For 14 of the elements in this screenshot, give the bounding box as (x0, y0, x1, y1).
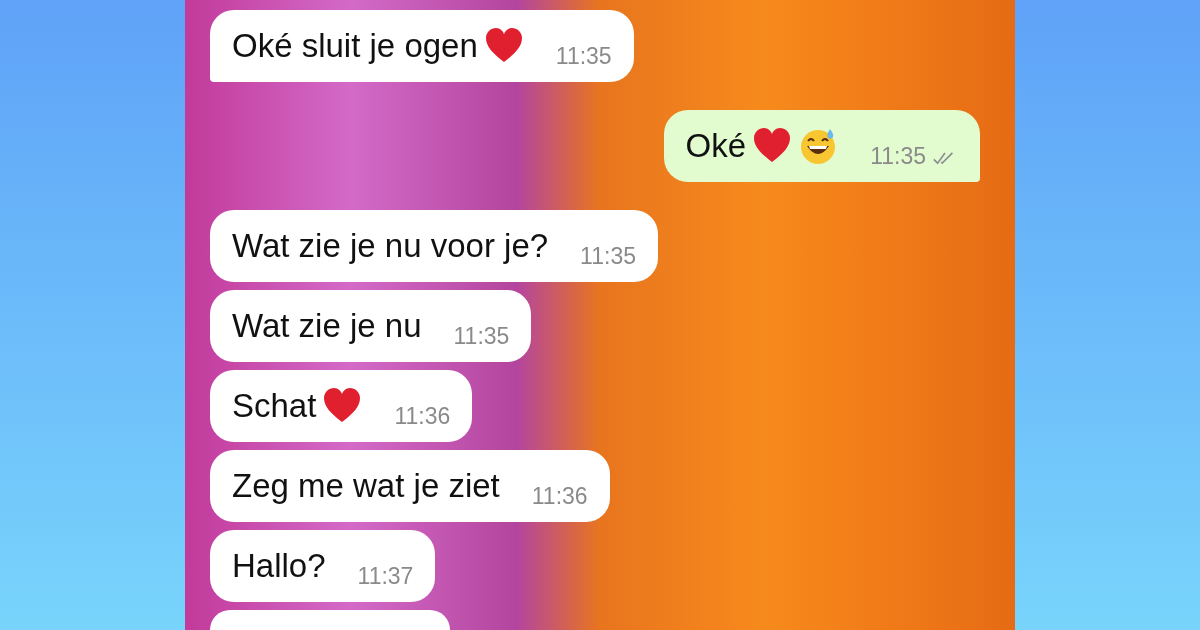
message-text: Oké sluit je ogen (232, 27, 478, 65)
message-time: 11:35 (870, 143, 926, 170)
message-text: Schat (232, 387, 317, 425)
message-time: 11:36 (394, 403, 451, 430)
message-time: 11:37 (357, 563, 414, 590)
message-time: 11:36 (531, 483, 588, 510)
message-text: Wat zie je nu (232, 307, 422, 345)
message-time: 11:35 (580, 243, 636, 270)
message-text: Hallo? (232, 547, 326, 585)
message-text: Zeg me wat je ziet (232, 467, 500, 505)
message-text: Wat zie je nu voor je? (232, 227, 549, 265)
message-time: 11:35 (555, 43, 612, 70)
message-time: 11:35 (453, 323, 510, 350)
message-text: Oké (685, 127, 747, 165)
